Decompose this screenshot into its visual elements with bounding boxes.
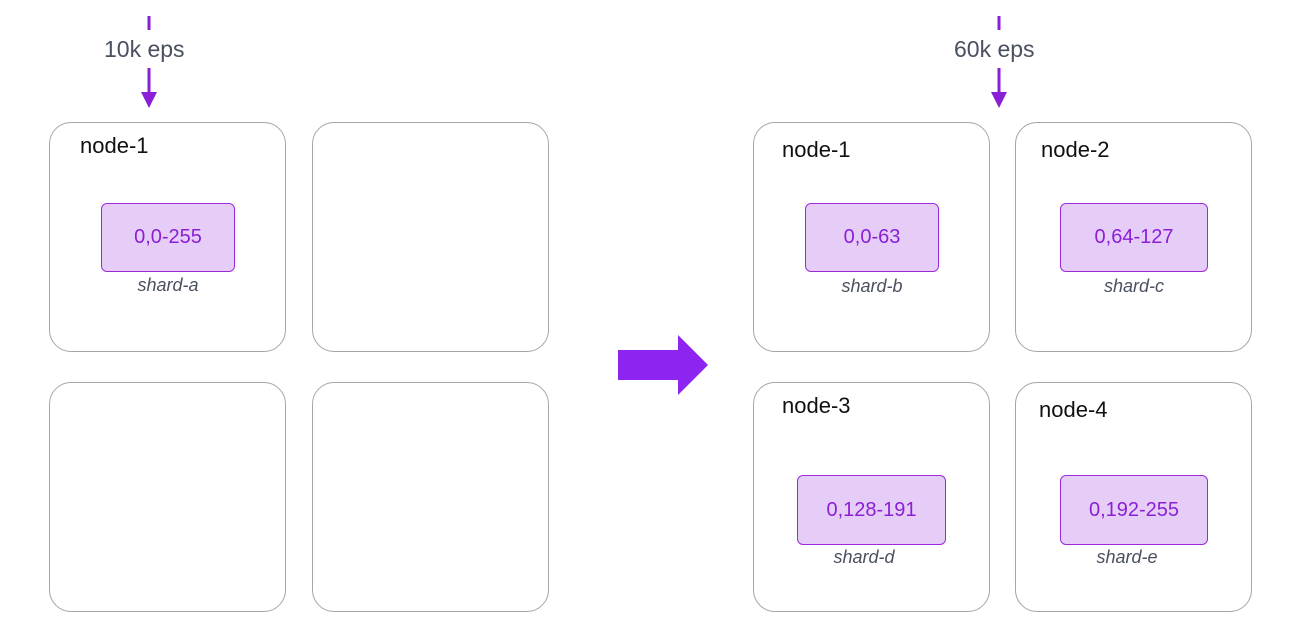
after-shard-b-box: 0,0-63: [805, 203, 939, 272]
after-shard-c-range: 0,64-127: [1094, 226, 1174, 248]
before-shard-a-box: 0,0-255: [101, 203, 235, 272]
after-node-2: node-2 0,64-127 shard-c: [1015, 122, 1252, 352]
arrow-right-icon: [618, 335, 708, 395]
before-node-3: [49, 382, 286, 612]
after-node-1-label: node-1: [782, 137, 851, 162]
after-shard-d-box: 0,128-191: [797, 475, 946, 545]
after-node-2-label: node-2: [1041, 137, 1110, 162]
after-node-1: node-1 0,0-63 shard-b: [753, 122, 990, 352]
after-shard-e-box: 0,192-255: [1060, 475, 1208, 545]
after-node-4: node-4 0,192-255 shard-e: [1015, 382, 1252, 612]
after-shard-c-name: shard-c: [1103, 276, 1165, 296]
after-shard-e-range: 0,192-255: [1088, 498, 1180, 521]
before-ingest-label: 10k eps: [104, 36, 185, 62]
after-shard-c-box: 0,64-127: [1060, 203, 1208, 272]
before-node-1-label: node-1: [80, 133, 149, 158]
after-node-4-label: node-4: [1039, 397, 1108, 422]
before-node-4: [312, 382, 549, 612]
after-shard-b-range: 0,0-63: [843, 226, 901, 248]
after-shard-e-name: shard-e: [1096, 547, 1158, 567]
before-node-1: node-1 0,0-255 shard-a: [49, 122, 286, 352]
after-node-3: node-3 0,128-191 shard-d: [753, 382, 990, 612]
after-shard-b-name: shard-b: [841, 276, 903, 296]
before-node-2: [312, 122, 549, 352]
after-node-3-label: node-3: [782, 393, 851, 418]
before-shard-a-name: shard-a: [137, 275, 199, 295]
before-shard-a-range: 0,0-255: [134, 226, 202, 248]
after-shard-d-range: 0,128-191: [826, 498, 917, 521]
after-ingest-label: 60k eps: [954, 36, 1035, 62]
after-shard-d-name: shard-d: [833, 547, 895, 567]
